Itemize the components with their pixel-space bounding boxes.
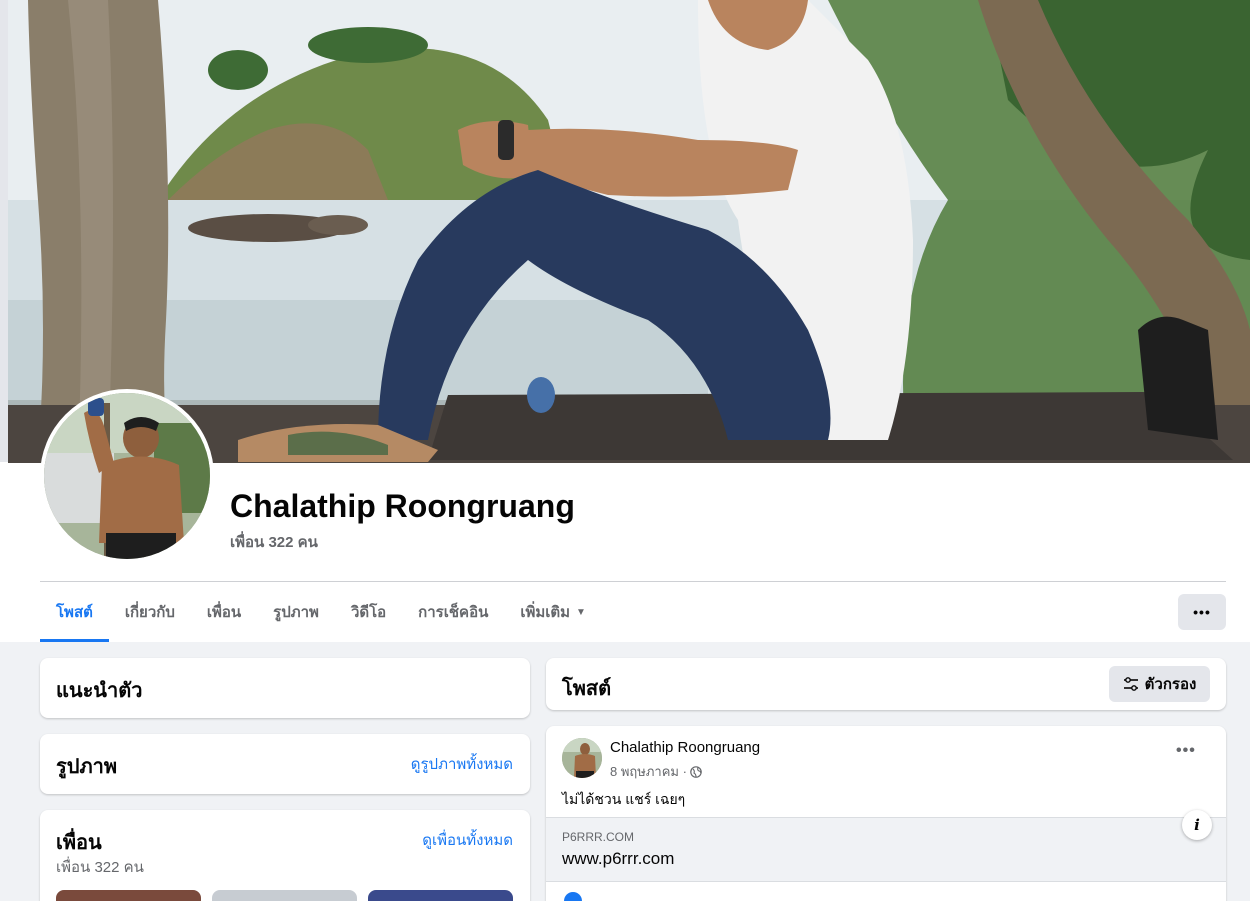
filter-button[interactable]: ตัวกรอง <box>1109 666 1210 702</box>
post-author-avatar[interactable] <box>562 738 602 778</box>
friends-card-count: เพื่อน 322 คน <box>56 859 144 876</box>
tab-photos-label: รูปภาพ <box>273 604 319 621</box>
intro-card-title: แนะนำตัว <box>56 680 143 702</box>
left-edge <box>0 0 8 462</box>
friend-thumbnail[interactable] <box>212 890 357 901</box>
friend-thumbnail[interactable] <box>368 890 513 901</box>
filter-button-label: ตัวกรอง <box>1144 676 1197 693</box>
link-preview[interactable]: P6RRR.COM www.p6rrr.com <box>546 817 1226 882</box>
profile-friend-count[interactable]: เพื่อน 322 คน <box>230 530 318 554</box>
globe-icon <box>690 765 702 778</box>
post-author-name[interactable]: Chalathip Roongruang <box>610 739 760 756</box>
filter-sliders-icon <box>1123 677 1138 691</box>
posts-header-title: โพสต์ <box>562 678 612 700</box>
link-preview-domain: P6RRR.COM <box>562 830 635 844</box>
photos-card-title: รูปภาพ <box>56 756 118 778</box>
link-preview-title: www.p6rrr.com <box>562 849 675 868</box>
tab-checkins[interactable]: การเช็คอิน <box>402 582 504 642</box>
intro-card: แนะนำตัว <box>40 658 530 718</box>
see-all-photos-link[interactable]: ดูรูปภาพทั้งหมด <box>411 752 513 776</box>
tab-friends-label: เพื่อน <box>206 604 242 621</box>
profile-more-button[interactable]: ••• <box>1178 594 1226 630</box>
tab-more-label: เพิ่มเติม <box>520 604 571 621</box>
photos-card: รูปภาพ ดูรูปภาพทั้งหมด <box>40 734 530 794</box>
tab-about[interactable]: เกี่ยวกับ <box>109 582 191 642</box>
profile-tabs: โพสต์ เกี่ยวกับ เพื่อน รูปภาพ วิดีโอ การ… <box>40 582 602 642</box>
cover-photo-image <box>8 0 1250 463</box>
posts-header-card: โพสต์ ตัวกรอง <box>546 658 1226 710</box>
like-reaction-icon[interactable] <box>564 892 582 901</box>
post-options-button[interactable]: ••• <box>1176 742 1196 760</box>
tab-videos-label: วิดีโอ <box>350 604 387 621</box>
post-author-avatar-image <box>562 738 602 778</box>
post-date-text: 8 พฤษภาคม · <box>610 764 687 779</box>
tab-videos[interactable]: วิดีโอ <box>335 582 402 642</box>
tab-more[interactable]: เพิ่มเติม ▼ <box>504 582 602 642</box>
see-all-friends-link[interactable]: ดูเพื่อนทั้งหมด <box>422 828 513 852</box>
tab-posts[interactable]: โพสต์ <box>40 582 109 642</box>
post-text: ไม่ได้ชวน แชร์ เฉยๆ <box>562 791 686 807</box>
cover-photo[interactable] <box>8 0 1250 463</box>
profile-avatar[interactable] <box>40 389 214 563</box>
tab-about-label: เกี่ยวกับ <box>124 604 175 621</box>
tab-posts-label: โพสต์ <box>56 604 93 621</box>
profile-avatar-image <box>44 393 210 559</box>
friends-card-title: เพื่อน <box>56 832 102 854</box>
tab-checkins-label: การเช็คอิน <box>418 604 489 621</box>
post-card: Chalathip Roongruang 8 พฤษภาคม · ••• ไม่… <box>546 726 1226 901</box>
tab-photos[interactable]: รูปภาพ <box>257 582 335 642</box>
tab-friends[interactable]: เพื่อน <box>191 582 257 642</box>
post-timestamp[interactable]: 8 พฤษภาคม · <box>610 761 702 782</box>
friends-card: เพื่อน ดูเพื่อนทั้งหมด เพื่อน 322 คน <box>40 810 530 901</box>
profile-name: Chalathip Roongruang <box>230 488 575 524</box>
friend-thumbnail[interactable] <box>56 890 201 901</box>
info-icon[interactable]: i <box>1182 810 1212 840</box>
caret-down-icon: ▼ <box>576 606 586 618</box>
